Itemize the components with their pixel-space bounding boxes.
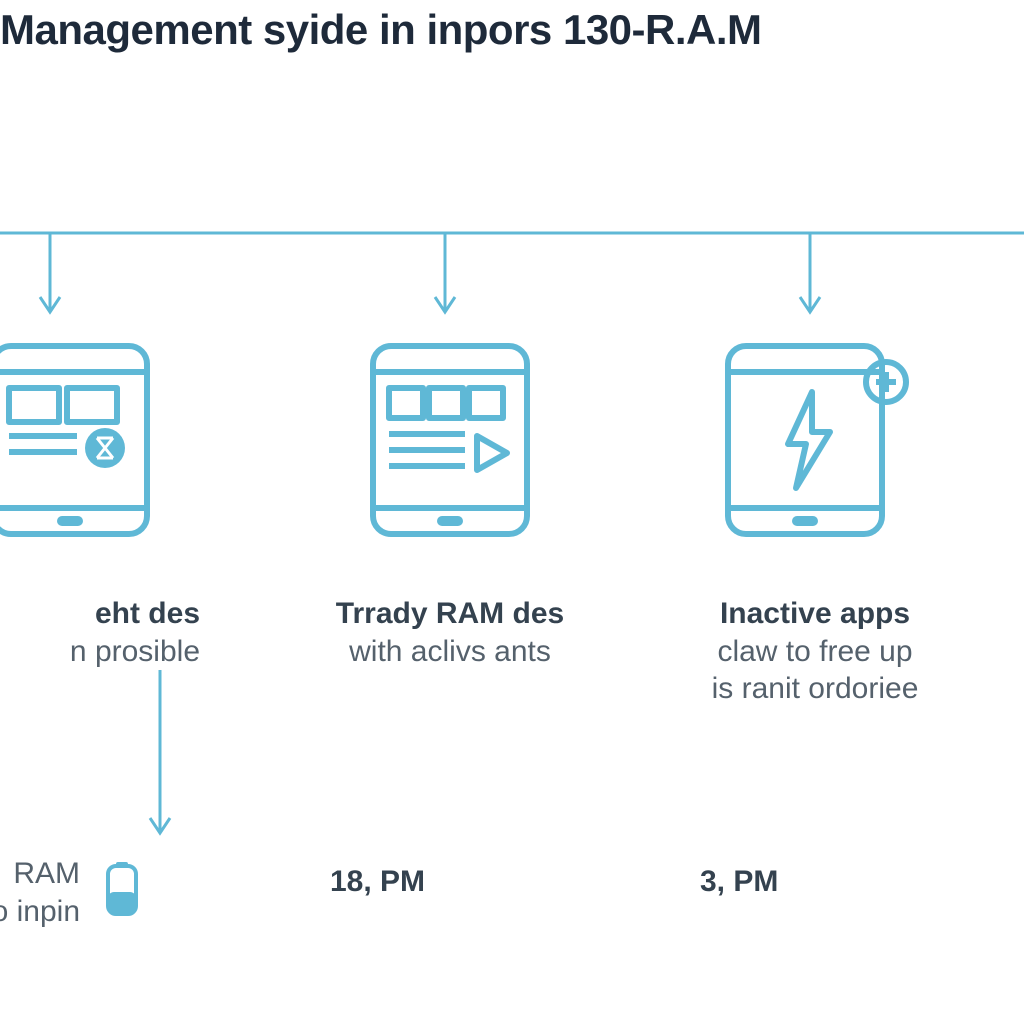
- device-mini-icon: [102, 862, 142, 923]
- column-2: Trrady RAM des with aclivs ants: [300, 340, 600, 540]
- col1-value-sub: o inpin: [0, 893, 80, 931]
- column-3: Inactive apps claw to free up is ranit o…: [650, 340, 980, 540]
- col1-value: RAM: [0, 855, 80, 893]
- phone-blocked-icon: [0, 340, 155, 540]
- col2-subtitle: with aclivs ants: [300, 633, 600, 671]
- column-1: eht des n prosible: [0, 340, 200, 540]
- phone-play-icon: [365, 340, 535, 540]
- phone-bolt-icon: [720, 340, 910, 540]
- col1-title: eht des: [0, 595, 200, 633]
- col2-title: Trrady RAM des: [300, 595, 600, 633]
- col3-value: 3, PM: [700, 865, 778, 899]
- col2-value: 18, PM: [330, 865, 425, 899]
- col3-title: Inactive apps: [650, 595, 980, 633]
- col1-subtitle: n prosible: [0, 633, 200, 671]
- connector-down-1: [140, 670, 180, 850]
- diagram-title: Management syide in inpors 130-R.A.M: [0, 6, 762, 54]
- col3-subtitle: claw to free up is ranit ordoriee: [650, 633, 980, 708]
- col1-sub-row: RAM o inpin: [0, 855, 230, 930]
- connector-bracket: [0, 215, 1024, 335]
